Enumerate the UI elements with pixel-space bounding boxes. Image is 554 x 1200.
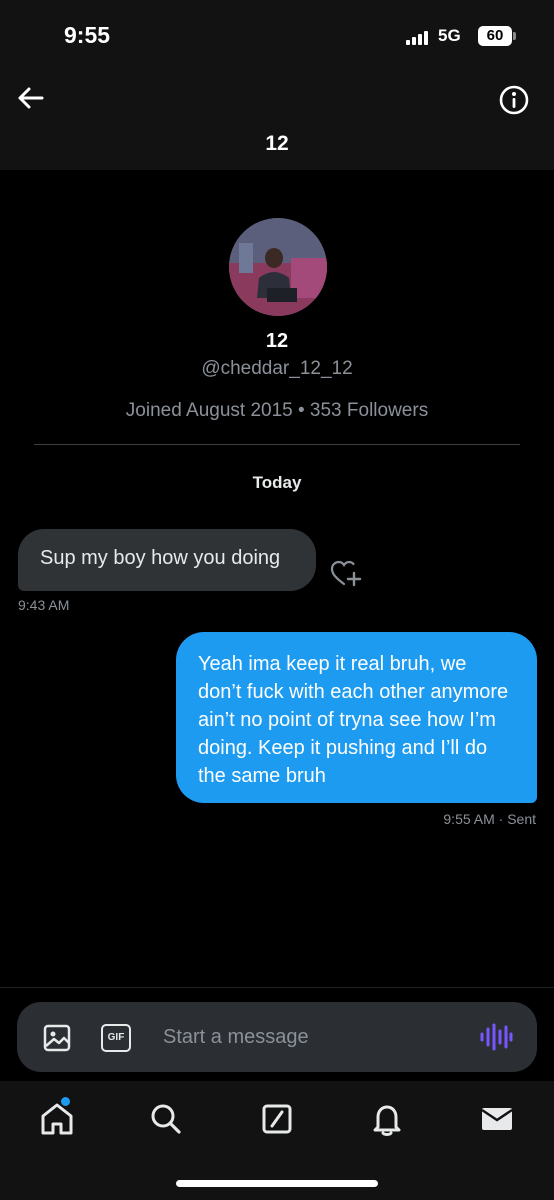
message-bubble-outgoing[interactable]: Yeah ima keep it real bruh, we don’t fuc… bbox=[176, 632, 537, 803]
image-icon[interactable] bbox=[43, 1024, 71, 1052]
header-title[interactable]: 12 bbox=[0, 132, 554, 156]
profile-meta: Joined August 2015 • 353 Followers bbox=[125, 400, 429, 421]
battery-icon: 60 bbox=[478, 26, 512, 46]
mail-icon[interactable] bbox=[477, 1099, 517, 1139]
home-icon[interactable] bbox=[37, 1097, 77, 1139]
divider bbox=[34, 444, 520, 445]
search-icon[interactable] bbox=[146, 1099, 186, 1139]
message-timestamp-sent: 9:55 AM · Sent bbox=[443, 811, 536, 827]
day-separator: Today bbox=[252, 473, 302, 492]
conversation-header: 12 bbox=[0, 72, 554, 170]
message-bubble-incoming[interactable]: Sup my boy how you doing bbox=[18, 529, 316, 591]
status-time: 9:55 bbox=[64, 22, 111, 48]
info-icon[interactable] bbox=[498, 84, 530, 116]
signal-icon bbox=[406, 31, 430, 45]
notification-dot bbox=[61, 1097, 70, 1106]
battery-tip bbox=[513, 32, 516, 40]
back-arrow-icon[interactable] bbox=[12, 80, 48, 116]
add-reaction-icon[interactable] bbox=[330, 560, 362, 588]
bell-icon[interactable] bbox=[367, 1099, 407, 1139]
avatar[interactable] bbox=[229, 218, 327, 316]
status-bar: 9:55 5G 60 bbox=[0, 0, 554, 72]
voice-message-icon[interactable] bbox=[479, 1022, 513, 1052]
profile-name: 12 bbox=[265, 330, 289, 352]
message-input[interactable] bbox=[163, 1017, 463, 1057]
gif-button[interactable]: GIF bbox=[101, 1024, 131, 1052]
composer-area: GIF bbox=[0, 987, 554, 1081]
compose-icon[interactable] bbox=[257, 1099, 297, 1139]
message-composer: GIF bbox=[17, 1002, 537, 1072]
home-indicator bbox=[176, 1180, 378, 1187]
message-timestamp: 9:43 AM bbox=[18, 597, 70, 613]
network-type: 5G bbox=[438, 26, 461, 45]
profile-handle: @cheddar_12_12 bbox=[201, 358, 353, 379]
